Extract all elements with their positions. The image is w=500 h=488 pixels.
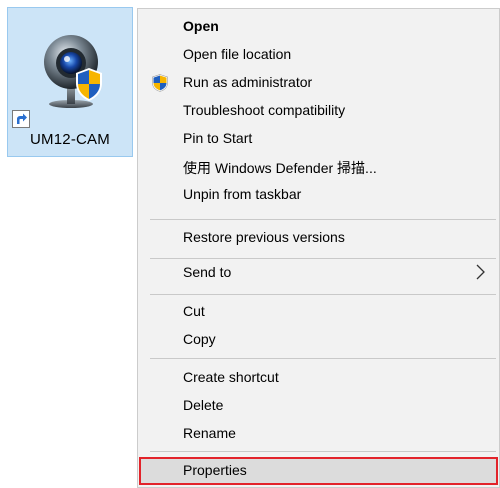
- menu-item-label: Send to: [183, 264, 232, 280]
- menu-item-label: Troubleshoot compatibility: [183, 102, 346, 118]
- menu-item-properties[interactable]: Properties: [139, 457, 498, 485]
- menu-item-label: Properties: [183, 462, 247, 478]
- webcam-shield-icon: [44, 35, 102, 108]
- menu-separator: [150, 294, 496, 295]
- menu-item-label: Copy: [183, 331, 216, 347]
- menu-item-run-as-administrator[interactable]: Run as administrator: [139, 69, 498, 96]
- menu-item-windows-defender-scan[interactable]: 使用 Windows Defender 掃描...: [139, 153, 498, 180]
- menu-item-label: Create shortcut: [183, 369, 279, 385]
- shortcut-arrow-icon: [12, 110, 30, 128]
- menu-separator: [150, 358, 496, 359]
- uac-shield-icon: [152, 74, 168, 92]
- desktop-shortcut-um12-cam[interactable]: UM12-CAM: [7, 7, 133, 157]
- menu-item-restore-previous-versions[interactable]: Restore previous versions: [139, 224, 498, 251]
- menu-item-create-shortcut[interactable]: Create shortcut: [139, 364, 498, 391]
- menu-item-label: 使用 Windows Defender 掃描...: [183, 160, 377, 176]
- menu-item-label: Pin to Start: [183, 130, 253, 146]
- menu-item-label: Open: [183, 18, 219, 34]
- menu-item-label: Rename: [183, 425, 236, 441]
- menu-item-cut[interactable]: Cut: [139, 298, 498, 325]
- menu-item-send-to[interactable]: Send to: [139, 259, 498, 286]
- menu-item-label: Restore previous versions: [183, 229, 345, 245]
- menu-item-label: Delete: [183, 397, 224, 413]
- menu-item-unpin-from-taskbar[interactable]: Unpin from taskbar: [139, 181, 498, 208]
- menu-separator: [150, 451, 496, 452]
- screenshot-root: UM12-CAM Open Open file location Run as …: [0, 0, 500, 488]
- menu-item-troubleshoot-compatibility[interactable]: Troubleshoot compatibility: [139, 97, 498, 124]
- menu-separator: [150, 219, 496, 220]
- menu-item-delete[interactable]: Delete: [139, 392, 498, 419]
- context-menu: Open Open file location Run as administr…: [137, 8, 500, 488]
- menu-item-open[interactable]: Open: [139, 13, 498, 40]
- menu-item-rename[interactable]: Rename: [139, 420, 498, 447]
- menu-item-pin-to-start[interactable]: Pin to Start: [139, 125, 498, 152]
- shortcut-label: UM12-CAM: [30, 131, 110, 148]
- menu-item-label: Open file location: [183, 46, 292, 62]
- menu-item-label: Run as administrator: [183, 74, 313, 90]
- menu-item-label: Unpin from taskbar: [183, 186, 302, 202]
- menu-item-label: Cut: [183, 303, 205, 319]
- menu-item-copy[interactable]: Copy: [139, 326, 498, 353]
- chevron-right-icon: [476, 264, 485, 280]
- menu-item-open-file-location[interactable]: Open file location: [139, 41, 498, 68]
